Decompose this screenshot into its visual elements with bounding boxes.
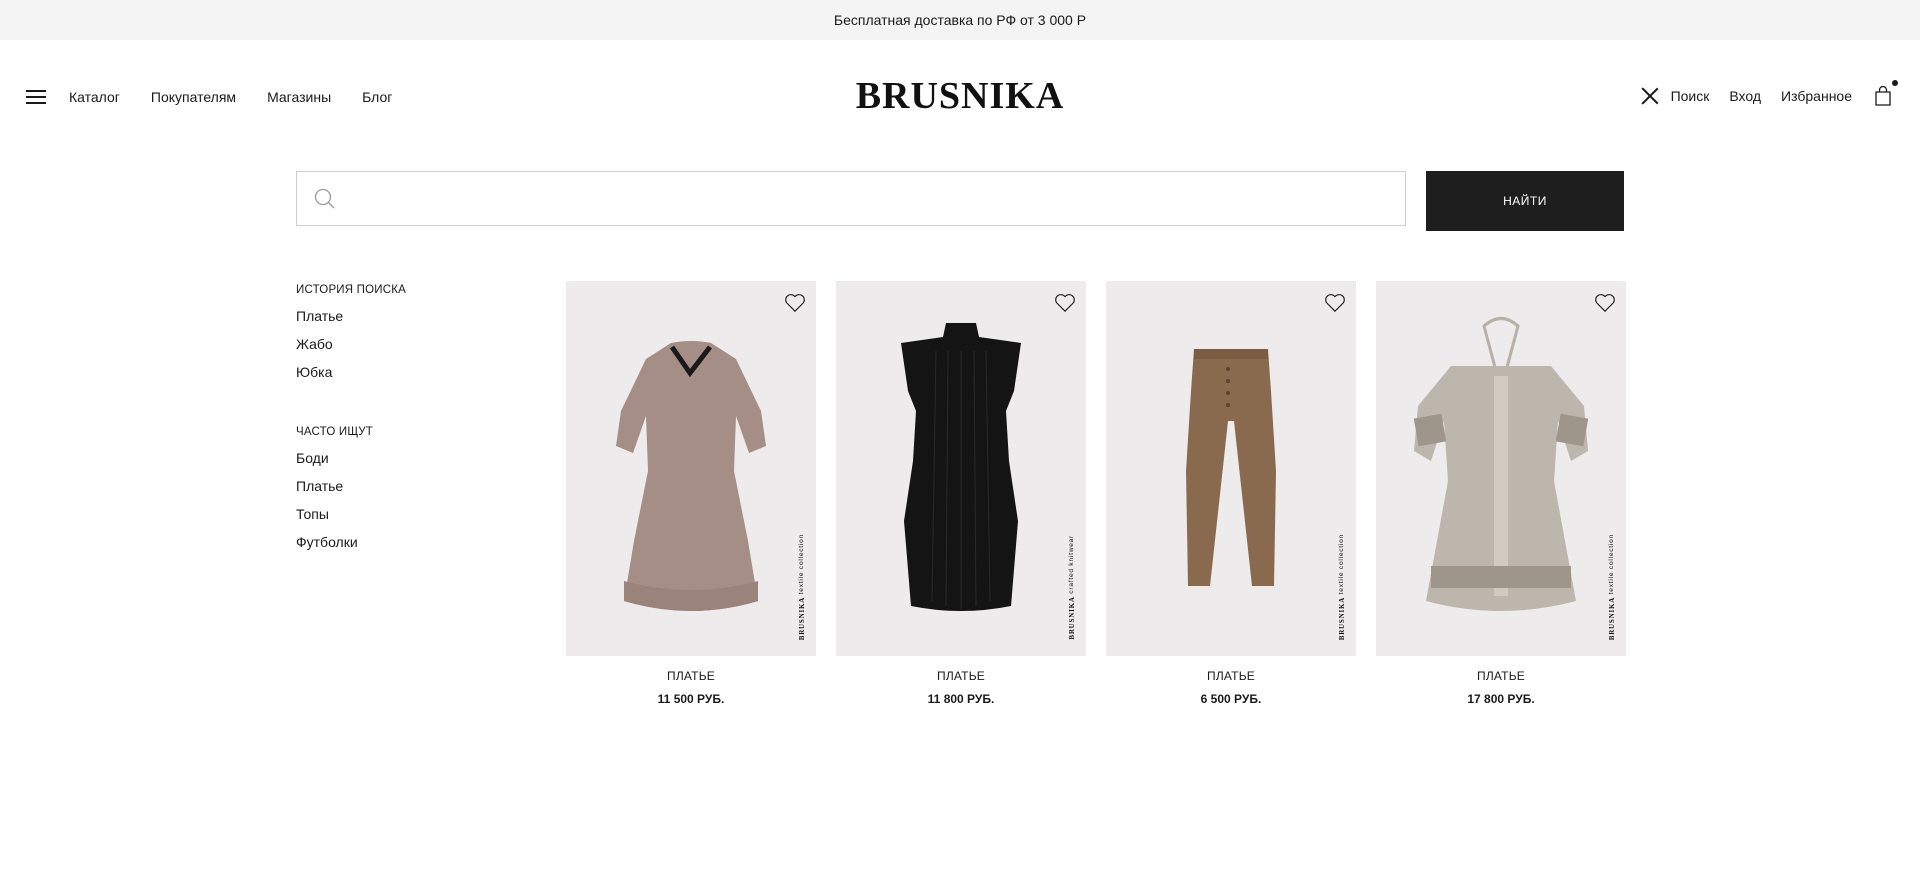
product-card[interactable]: BRUSNIKA textile collection ПЛАТЬЕ 11 50… [566, 281, 816, 706]
product-watermark: BRUSNIKA textile collection [1608, 533, 1616, 640]
search-icon [314, 188, 335, 208]
history-item[interactable]: Юбка [296, 364, 406, 380]
promo-text: Бесплатная доставка по РФ от 3 000 Р [833, 12, 1087, 28]
product-card[interactable]: BRUSNIKA crafted knitwear ПЛАТЬЕ 11 800 … [836, 281, 1086, 706]
popular-item[interactable]: Футболки [296, 534, 406, 550]
history-item[interactable]: Жабо [296, 336, 406, 352]
product-price: 11 500 РУБ. [657, 692, 725, 706]
favorite-heart-icon[interactable] [1054, 293, 1076, 313]
brand-logo[interactable]: BRUSNIKA [0, 74, 1920, 118]
product-card[interactable]: BRUSNIKA textile collection ПЛАТЬЕ 6 500… [1106, 281, 1356, 706]
product-watermark: BRUSNIKA textile collection [1338, 533, 1346, 640]
promo-bar: Бесплатная доставка по РФ от 3 000 Р [0, 0, 1920, 40]
product-price: 6 500 РУБ. [1200, 692, 1262, 706]
search-link[interactable]: Поиск [1671, 88, 1710, 104]
product-watermark: BRUSNIKA crafted knitwear [1068, 535, 1076, 640]
product-grid: BRUSNIKA textile collection ПЛАТЬЕ 11 50… [566, 281, 1626, 706]
search-input[interactable] [337, 172, 1405, 225]
history-item[interactable]: Платье [296, 308, 406, 324]
favorites-link[interactable]: Избранное [1781, 88, 1852, 104]
popular-searches-title: ЧАСТО ИЩУТ [296, 426, 374, 438]
cart-icon[interactable] [1874, 80, 1898, 106]
brown-trousers-icon [1186, 349, 1276, 586]
product-image[interactable]: BRUSNIKA textile collection [1106, 281, 1356, 656]
product-image[interactable]: BRUSNIKA textile collection [566, 281, 816, 656]
product-name[interactable]: ПЛАТЬЕ [1376, 669, 1626, 683]
search-history: ИСТОРИЯ ПОИСКА Платье Жабо Юбка [296, 284, 406, 380]
favorite-heart-icon[interactable] [1594, 293, 1616, 313]
popular-item[interactable]: Боди [296, 450, 406, 466]
linen-embroidered-dress-icon [1413, 317, 1589, 611]
find-button[interactable]: НАЙТИ [1426, 171, 1624, 231]
login-link[interactable]: Вход [1729, 88, 1761, 104]
product-price: 11 800 РУБ. [927, 692, 995, 706]
product-name[interactable]: ПЛАТЬЕ [1106, 669, 1356, 683]
close-icon[interactable] [1641, 87, 1659, 105]
product-image[interactable]: BRUSNIKA crafted knitwear [836, 281, 1086, 656]
product-card[interactable]: BRUSNIKA textile collection ПЛАТЬЕ 17 80… [1376, 281, 1626, 706]
product-name[interactable]: ПЛАТЬЕ [836, 669, 1086, 683]
popular-item[interactable]: Платье [296, 478, 406, 494]
search-field[interactable] [296, 171, 1406, 226]
product-name[interactable]: ПЛАТЬЕ [566, 669, 816, 683]
header-actions: Поиск Вход Избранное [1641, 80, 1898, 106]
cart-badge [1892, 80, 1898, 86]
search-history-title: ИСТОРИЯ ПОИСКА [296, 284, 407, 296]
search-sidebar: ИСТОРИЯ ПОИСКА Платье Жабо Юбка ЧАСТО ИЩ… [296, 284, 406, 596]
popular-item[interactable]: Топы [296, 506, 406, 522]
product-image[interactable]: BRUSNIKA textile collection [1376, 281, 1626, 656]
product-watermark: BRUSNIKA textile collection [798, 533, 806, 640]
site-header: Каталог Покупателям Магазины Блог BRUSNI… [0, 40, 1920, 155]
black-knit-dress-icon [901, 323, 1021, 611]
popular-searches: ЧАСТО ИЩУТ Боди Платье Топы Футболки [296, 426, 406, 550]
product-price: 17 800 РУБ. [1467, 692, 1535, 706]
favorite-heart-icon[interactable] [1324, 293, 1346, 313]
favorite-heart-icon[interactable] [784, 293, 806, 313]
beige-dress-icon [616, 341, 766, 611]
